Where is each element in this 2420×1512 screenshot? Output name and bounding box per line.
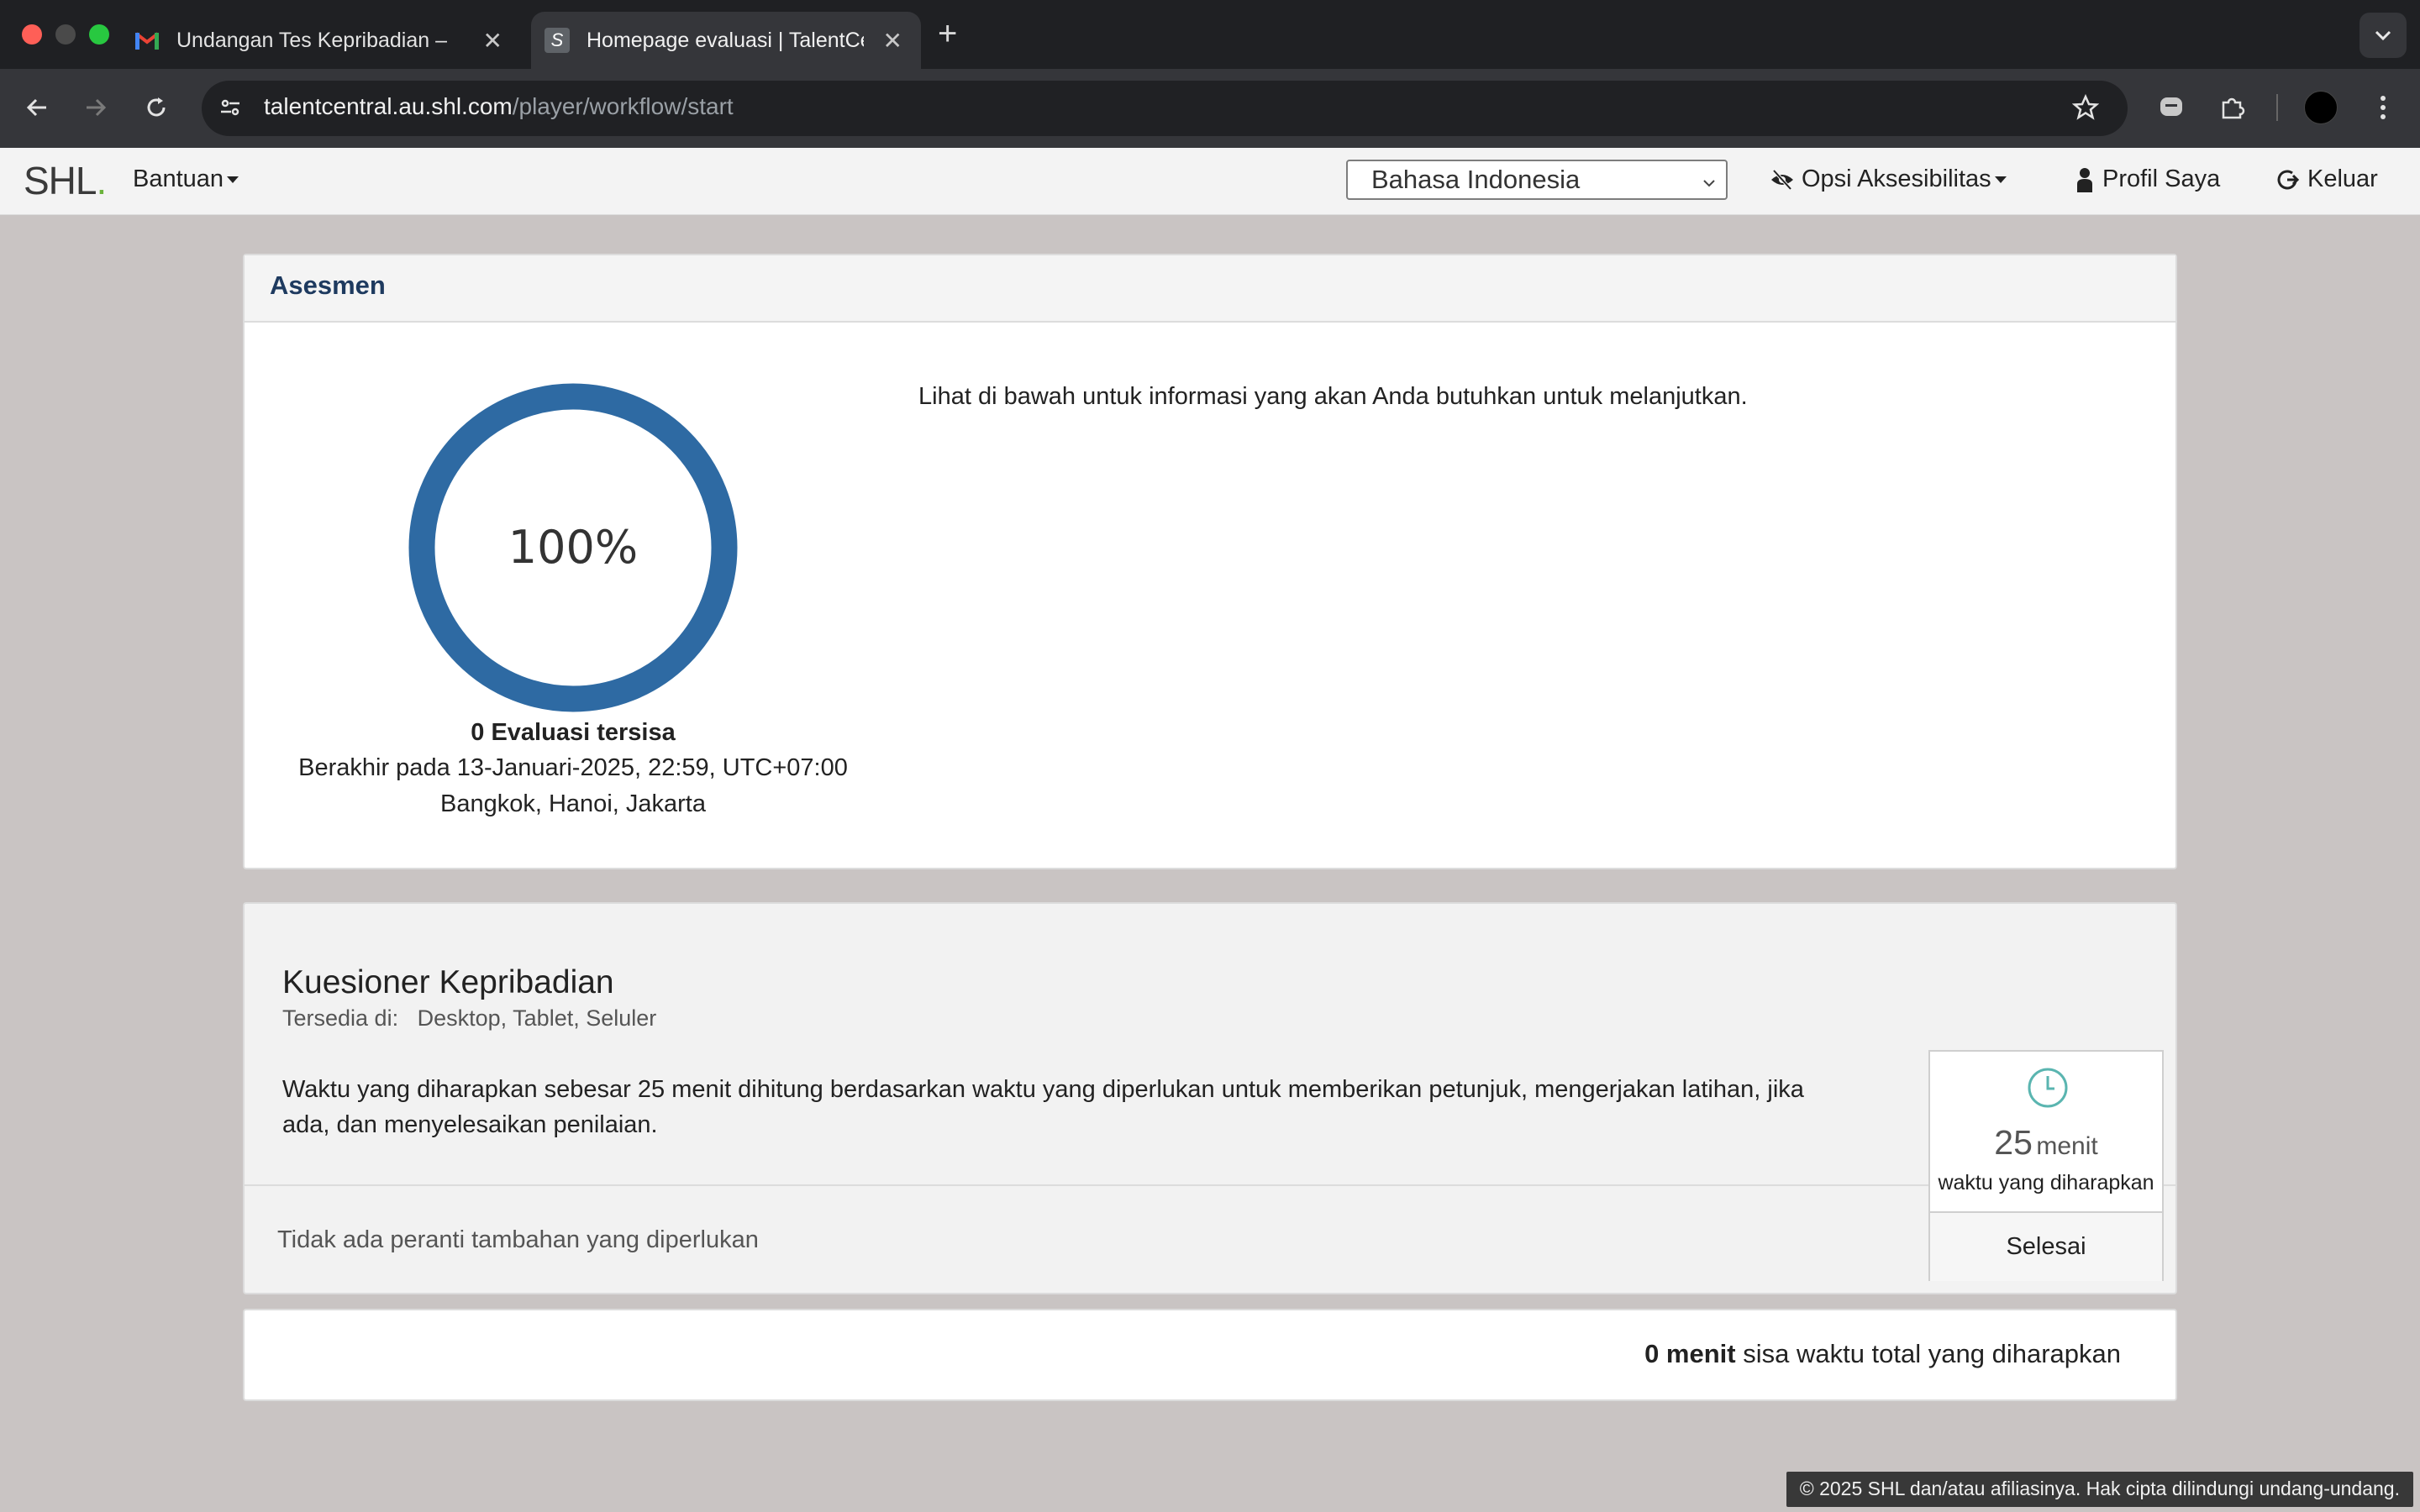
- help-menu[interactable]: Bantuan: [133, 165, 239, 193]
- maximize-window-button[interactable]: [89, 24, 109, 45]
- info-text: Lihat di bawah untuk informasi yang akan…: [918, 383, 1748, 410]
- total-time-label: sisa waktu total yang diharapkan: [1743, 1339, 2121, 1368]
- shl-icon: S: [544, 28, 570, 53]
- toolbar-divider: [2276, 94, 2278, 121]
- extension-chat-icon[interactable]: [2153, 89, 2190, 126]
- site-info-icon[interactable]: [212, 89, 249, 126]
- availability-line: Tersedia di: Desktop, Tablet, Seluler: [282, 1005, 656, 1032]
- language-select[interactable]: Bahasa Indonesia: [1346, 160, 1728, 200]
- profile-avatar[interactable]: [2302, 89, 2339, 126]
- profile-link[interactable]: Profil Saya: [2075, 165, 2220, 193]
- eye-slash-icon: [1770, 169, 1795, 191]
- tab-title: Homepage evaluasi | TalentCe: [587, 28, 864, 52]
- remaining-evaluations: 0 Evaluasi tersisa: [471, 719, 676, 746]
- tools-note: Tidak ada peranti tambahan yang diperluk…: [277, 1226, 759, 1253]
- shl-logo[interactable]: SHL.: [24, 158, 107, 203]
- availability-devices: Desktop, Tablet, Seluler: [417, 1005, 657, 1031]
- expected-time: 25 menit: [1930, 1123, 2162, 1163]
- extensions-puzzle-icon[interactable]: [2213, 89, 2250, 126]
- questionnaire-description: Waktu yang diharapkan sebesar 25 menit d…: [282, 1076, 1804, 1138]
- progress-ring: 100%: [408, 383, 738, 712]
- divider: [245, 1184, 2175, 1186]
- tab-title: Undangan Tes Kepribadian – I: [176, 28, 454, 52]
- logout-icon: [2275, 168, 2299, 192]
- language-value: Bahasa Indonesia: [1371, 165, 1581, 194]
- total-time-value: 0 menit: [1644, 1339, 1736, 1368]
- assessment-heading: Asesmen: [245, 255, 2175, 323]
- bookmark-star-icon[interactable]: [2067, 89, 2104, 126]
- close-tab-icon[interactable]: ✕: [883, 27, 902, 55]
- minimize-window-button[interactable]: [55, 24, 76, 45]
- availability-label: Tersedia di:: [282, 1005, 399, 1031]
- close-tab-icon[interactable]: ✕: [483, 27, 502, 55]
- chevron-down-icon: [1701, 168, 1718, 198]
- progress-percent: 100%: [508, 521, 638, 574]
- gmail-icon: [134, 28, 160, 53]
- total-remaining-time: 0 menit sisa waktu total yang diharapkan: [1644, 1339, 2121, 1369]
- back-icon[interactable]: [18, 89, 55, 126]
- clock-icon: [2027, 1067, 2069, 1113]
- reload-icon[interactable]: [138, 89, 175, 126]
- browser-menu-icon[interactable]: [2365, 89, 2402, 126]
- forward-icon[interactable]: [77, 89, 114, 126]
- user-icon: [2075, 167, 2094, 192]
- site-header: [0, 148, 2420, 215]
- accessibility-label: Opsi Aksesibilitas: [1802, 165, 1991, 192]
- logout-label: Keluar: [2307, 165, 2378, 192]
- deadline-line-1: Berakhir pada 13-Januari-2025, 22:59, UT…: [298, 754, 848, 781]
- time-unit: menit: [2036, 1132, 2098, 1160]
- tab-gmail[interactable]: Undangan Tes Kepribadian – I ✕: [134, 12, 521, 69]
- status-completed-button[interactable]: Selesai: [1930, 1211, 2162, 1281]
- logout-link[interactable]: Keluar: [2275, 165, 2378, 193]
- deadline-line-2: Bangkok, Hanoi, Jakarta: [440, 790, 706, 817]
- close-window-button[interactable]: [22, 24, 42, 45]
- profile-label: Profil Saya: [2102, 165, 2221, 192]
- caret-down-icon: [1994, 176, 2007, 183]
- help-label: Bantuan: [133, 165, 224, 192]
- time-value: 25: [1994, 1123, 2033, 1162]
- expected-time-box: 25 menit waktu yang diharapkan Selesai: [1928, 1050, 2164, 1281]
- tab-search-button[interactable]: [2360, 13, 2407, 58]
- chevron-down-icon: [2375, 30, 2391, 41]
- url-text[interactable]: talentcentral.au.shl.com/player/workflow…: [264, 93, 734, 120]
- expected-time-label: waktu yang diharapkan: [1938, 1171, 2154, 1194]
- accessibility-menu[interactable]: Opsi Aksesibilitas: [1770, 165, 2007, 193]
- copyright-footer: © 2025 SHL dan/atau afiliasinya. Hak cip…: [1786, 1472, 2413, 1507]
- tab-talentcentral[interactable]: S Homepage evaluasi | TalentCe ✕: [531, 12, 921, 69]
- questionnaire-title: Kuesioner Kepribadian: [282, 964, 614, 1000]
- new-tab-icon[interactable]: +: [938, 15, 957, 53]
- caret-down-icon: [227, 176, 239, 183]
